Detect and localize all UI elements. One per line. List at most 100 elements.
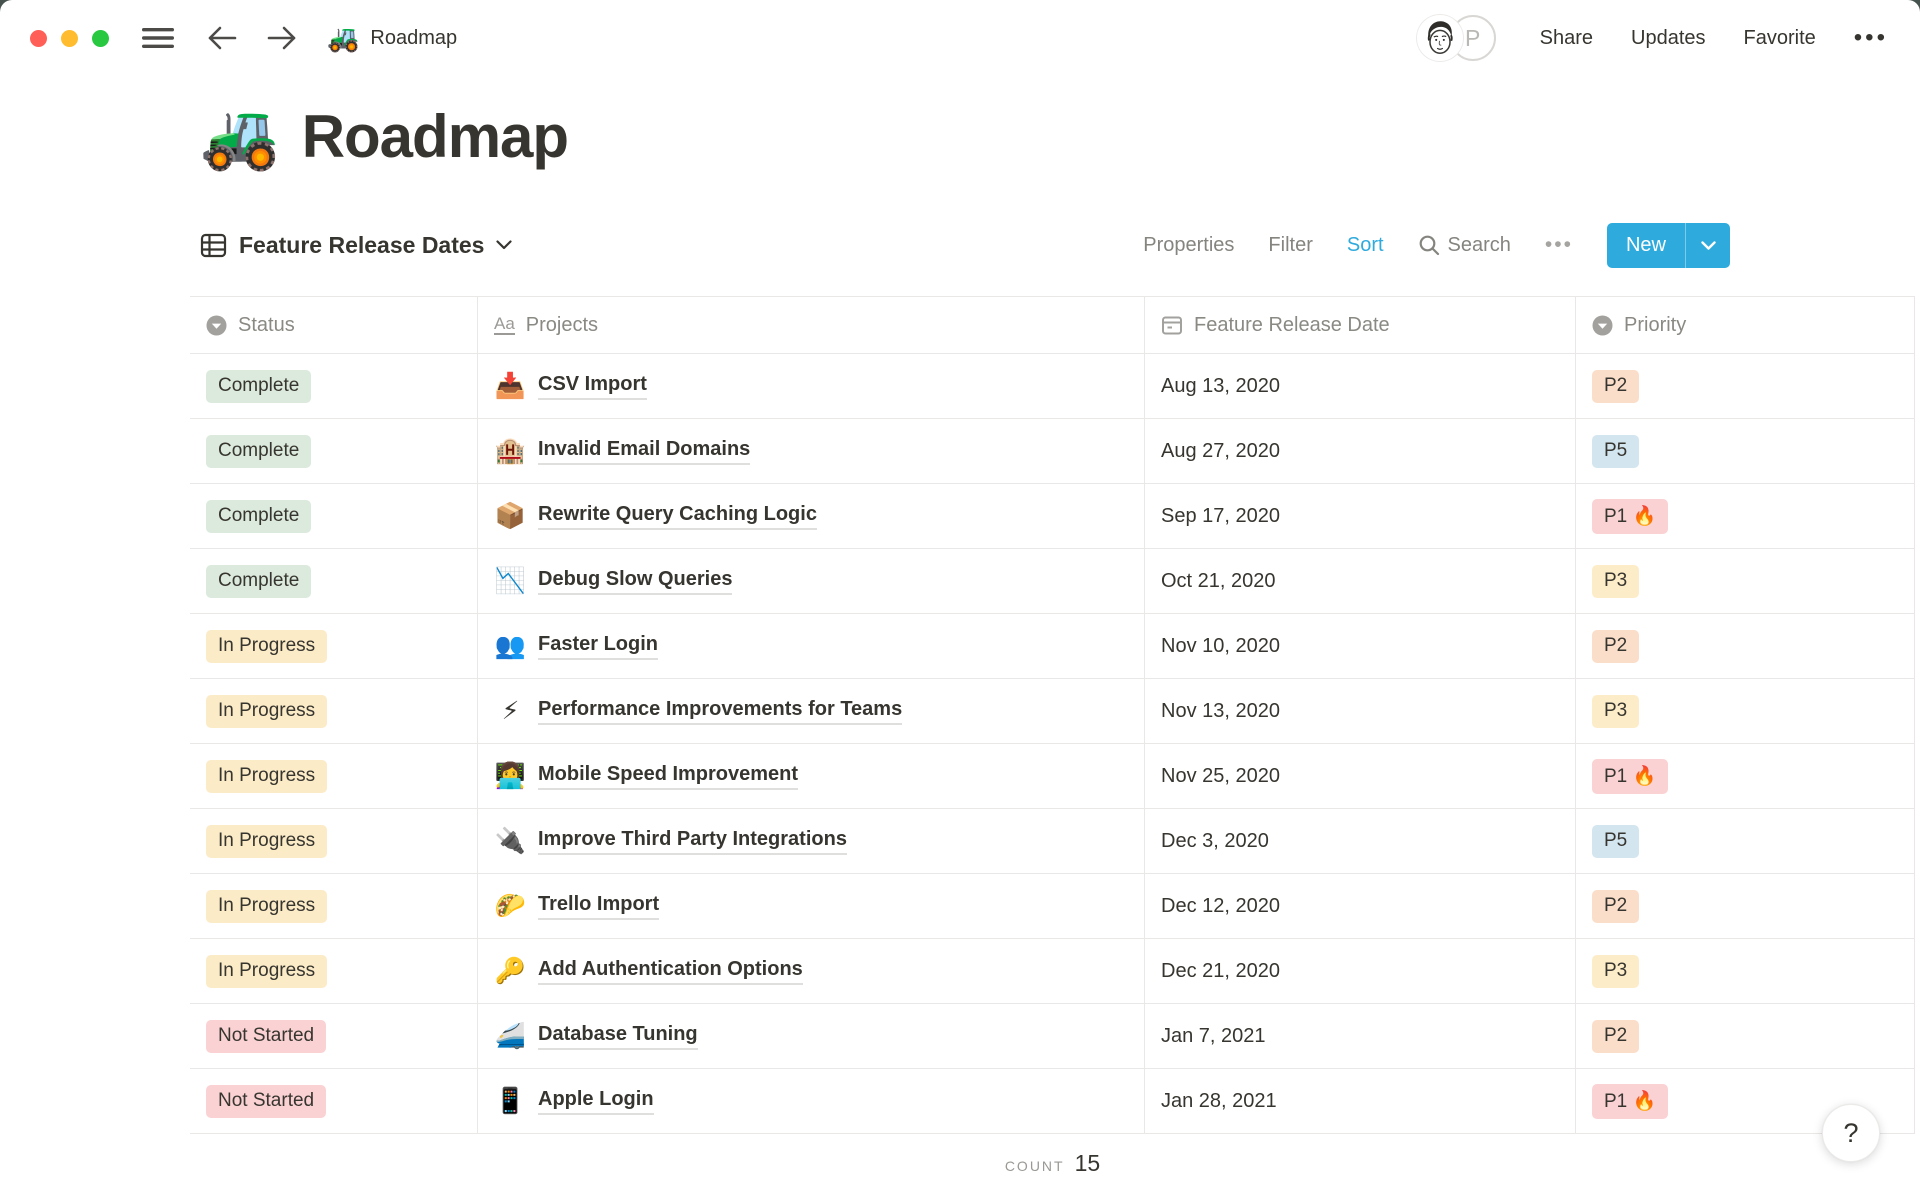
sort-button[interactable]: Sort bbox=[1347, 234, 1384, 257]
favorite-button[interactable]: Favorite bbox=[1744, 27, 1816, 50]
help-button[interactable]: ? bbox=[1822, 1104, 1880, 1162]
date-cell[interactable]: Dec 21, 2020 bbox=[1145, 939, 1576, 1003]
column-header-priority[interactable]: Priority bbox=[1576, 297, 1915, 353]
priority-cell[interactable]: P2 bbox=[1576, 354, 1915, 418]
priority-cell[interactable]: P2 bbox=[1576, 874, 1915, 938]
presence-avatars[interactable]: P bbox=[1416, 15, 1496, 61]
status-badge[interactable]: Not Started bbox=[206, 1019, 327, 1053]
status-badge[interactable]: In Progress bbox=[206, 824, 328, 858]
status-badge[interactable]: In Progress bbox=[206, 889, 328, 923]
status-cell[interactable]: Complete bbox=[190, 484, 478, 548]
date-cell[interactable]: Jan 28, 2021 bbox=[1145, 1069, 1576, 1133]
status-badge[interactable]: In Progress bbox=[206, 759, 328, 793]
table-row[interactable]: Complete 📉 Debug Slow Queries Oct 21, 20… bbox=[190, 549, 1915, 614]
project-page-link[interactable]: Database Tuning bbox=[538, 1023, 698, 1050]
view-switcher[interactable]: Feature Release Dates bbox=[200, 232, 513, 259]
priority-cell[interactable]: P3 bbox=[1576, 679, 1915, 743]
status-badge[interactable]: In Progress bbox=[206, 629, 328, 663]
priority-badge[interactable]: P1 🔥 bbox=[1592, 758, 1669, 794]
column-header-projects[interactable]: Aa Projects bbox=[478, 297, 1145, 353]
date-cell[interactable]: Oct 21, 2020 bbox=[1145, 549, 1576, 613]
status-cell[interactable]: Complete bbox=[190, 419, 478, 483]
status-cell[interactable]: In Progress bbox=[190, 809, 478, 873]
priority-cell[interactable]: P5 bbox=[1576, 809, 1915, 873]
status-cell[interactable]: Not Started bbox=[190, 1004, 478, 1068]
date-cell[interactable]: Nov 10, 2020 bbox=[1145, 614, 1576, 678]
priority-badge[interactable]: P3 bbox=[1592, 954, 1640, 988]
project-page-link[interactable]: Trello Import bbox=[538, 893, 660, 920]
project-cell[interactable]: 🔌 Improve Third Party Integrations bbox=[478, 809, 1145, 873]
project-page-link[interactable]: CSV Import bbox=[538, 373, 647, 400]
priority-badge[interactable]: P2 bbox=[1592, 369, 1640, 403]
status-cell[interactable]: In Progress bbox=[190, 939, 478, 1003]
project-page-link[interactable]: Rewrite Query Caching Logic bbox=[538, 503, 817, 530]
forward-button[interactable] bbox=[263, 20, 301, 56]
priority-cell[interactable]: P2 bbox=[1576, 1004, 1915, 1068]
priority-cell[interactable]: P1 🔥 bbox=[1576, 484, 1915, 548]
date-cell[interactable]: Aug 13, 2020 bbox=[1145, 354, 1576, 418]
status-badge[interactable]: Complete bbox=[206, 564, 312, 598]
table-row[interactable]: In Progress 🔑 Add Authentication Options… bbox=[190, 939, 1915, 1004]
priority-badge[interactable]: P3 bbox=[1592, 564, 1640, 598]
filter-button[interactable]: Filter bbox=[1268, 234, 1312, 257]
project-cell[interactable]: 🚄 Database Tuning bbox=[478, 1004, 1145, 1068]
sidebar-toggle-button[interactable] bbox=[137, 22, 179, 54]
priority-badge[interactable]: P5 bbox=[1592, 434, 1640, 468]
priority-badge[interactable]: P3 bbox=[1592, 694, 1640, 728]
project-cell[interactable]: 📥 CSV Import bbox=[478, 354, 1145, 418]
table-row[interactable]: In Progress 👥 Faster Login Nov 10, 2020 … bbox=[190, 614, 1915, 679]
project-cell[interactable]: 🌮 Trello Import bbox=[478, 874, 1145, 938]
project-cell[interactable]: 🔑 Add Authentication Options bbox=[478, 939, 1145, 1003]
priority-cell[interactable]: P5 bbox=[1576, 419, 1915, 483]
status-badge[interactable]: Complete bbox=[206, 434, 312, 468]
priority-badge[interactable]: P2 bbox=[1592, 1019, 1640, 1053]
status-cell[interactable]: In Progress bbox=[190, 614, 478, 678]
project-page-link[interactable]: Performance Improvements for Teams bbox=[538, 698, 903, 725]
status-badge[interactable]: Complete bbox=[206, 499, 312, 533]
status-cell[interactable]: In Progress bbox=[190, 679, 478, 743]
priority-badge[interactable]: P2 bbox=[1592, 889, 1640, 923]
breadcrumb[interactable]: 🚜 Roadmap bbox=[327, 25, 457, 51]
priority-badge[interactable]: P2 bbox=[1592, 629, 1640, 663]
view-more-options-icon[interactable]: ••• bbox=[1545, 233, 1573, 257]
project-page-link[interactable]: Apple Login bbox=[538, 1088, 654, 1115]
table-row[interactable]: In Progress 🔌 Improve Third Party Integr… bbox=[190, 809, 1915, 874]
date-cell[interactable]: Nov 13, 2020 bbox=[1145, 679, 1576, 743]
date-cell[interactable]: Dec 3, 2020 bbox=[1145, 809, 1576, 873]
table-row[interactable]: In Progress 🌮 Trello Import Dec 12, 2020… bbox=[190, 874, 1915, 939]
date-cell[interactable]: Sep 17, 2020 bbox=[1145, 484, 1576, 548]
priority-badge[interactable]: P1 🔥 bbox=[1592, 498, 1669, 534]
status-cell[interactable]: Not Started bbox=[190, 1069, 478, 1133]
close-window-button[interactable] bbox=[30, 29, 47, 47]
priority-badge[interactable]: P5 bbox=[1592, 824, 1640, 858]
project-cell[interactable]: 👥 Faster Login bbox=[478, 614, 1145, 678]
back-button[interactable] bbox=[203, 20, 241, 56]
table-row[interactable]: Not Started 🚄 Database Tuning Jan 7, 202… bbox=[190, 1004, 1915, 1069]
date-cell[interactable]: Dec 12, 2020 bbox=[1145, 874, 1576, 938]
project-page-link[interactable]: Faster Login bbox=[538, 633, 659, 660]
priority-cell[interactable]: P2 bbox=[1576, 614, 1915, 678]
status-badge[interactable]: In Progress bbox=[206, 694, 328, 728]
project-page-link[interactable]: Improve Third Party Integrations bbox=[538, 828, 847, 855]
project-cell[interactable]: 🏨 Invalid Email Domains bbox=[478, 419, 1145, 483]
project-page-link[interactable]: Invalid Email Domains bbox=[538, 438, 751, 465]
priority-cell[interactable]: P3 bbox=[1576, 549, 1915, 613]
project-page-link[interactable]: Debug Slow Queries bbox=[538, 568, 733, 595]
status-cell[interactable]: Complete bbox=[190, 549, 478, 613]
date-cell[interactable]: Aug 27, 2020 bbox=[1145, 419, 1576, 483]
priority-cell[interactable]: P3 bbox=[1576, 939, 1915, 1003]
updates-button[interactable]: Updates bbox=[1631, 27, 1706, 50]
table-row[interactable]: In Progress 👩‍💻 Mobile Speed Improvement… bbox=[190, 744, 1915, 809]
column-header-status[interactable]: Status bbox=[190, 297, 478, 353]
table-row[interactable]: In Progress ⚡ Performance Improvements f… bbox=[190, 679, 1915, 744]
project-page-link[interactable]: Add Authentication Options bbox=[538, 958, 803, 985]
project-page-link[interactable]: Mobile Speed Improvement bbox=[538, 763, 799, 790]
new-button[interactable]: New bbox=[1606, 222, 1730, 268]
share-button[interactable]: Share bbox=[1540, 27, 1593, 50]
status-cell[interactable]: Complete bbox=[190, 354, 478, 418]
date-cell[interactable]: Nov 25, 2020 bbox=[1145, 744, 1576, 808]
table-row[interactable]: Complete 🏨 Invalid Email Domains Aug 27,… bbox=[190, 419, 1915, 484]
project-cell[interactable]: 👩‍💻 Mobile Speed Improvement bbox=[478, 744, 1145, 808]
project-cell[interactable]: 📉 Debug Slow Queries bbox=[478, 549, 1145, 613]
zoom-window-button[interactable] bbox=[92, 29, 109, 47]
